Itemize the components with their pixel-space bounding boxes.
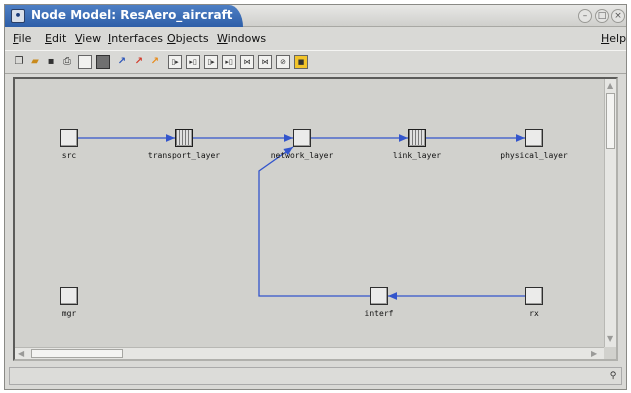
node-label-src: src bbox=[61, 151, 77, 160]
node-editor-canvas-frame: src transport_layer network_layer link_laye… bbox=[13, 77, 618, 361]
vertical-scrollbar[interactable]: ▲ ▼ bbox=[604, 79, 616, 347]
node-physical-layer[interactable] bbox=[525, 129, 543, 147]
node-label-mgr: mgr bbox=[61, 309, 77, 318]
node-editor-canvas[interactable]: src transport_layer network_layer link_laye… bbox=[15, 79, 604, 347]
packet-stream-links bbox=[78, 134, 525, 300]
menu-interfaces[interactable]: Interfaces bbox=[108, 32, 163, 45]
menu-objects[interactable]: Objects bbox=[167, 32, 209, 45]
print-icon[interactable]: ⎙ bbox=[60, 55, 74, 69]
node-rx[interactable] bbox=[525, 287, 543, 305]
menu-bar: File Edit View Interfaces Objects Window… bbox=[5, 28, 626, 50]
node-label-interf: interf bbox=[364, 309, 394, 318]
close-icon[interactable]: × bbox=[611, 9, 625, 23]
node-interf[interactable] bbox=[370, 287, 388, 305]
scroll-up-icon[interactable]: ▲ bbox=[607, 81, 613, 91]
scroll-right-icon[interactable]: ▶ bbox=[591, 349, 597, 359]
scroll-left-icon[interactable]: ◀ bbox=[18, 349, 24, 359]
transmitter-icon[interactable]: ▯▸ bbox=[168, 55, 182, 69]
link-interf-to-network-layer[interactable] bbox=[258, 146, 370, 297]
node-attributes-icon[interactable]: ⊘ bbox=[276, 55, 290, 69]
menu-file[interactable]: File bbox=[13, 32, 31, 45]
node-label-link-layer: link_layer bbox=[392, 151, 442, 160]
horizontal-scrollbar[interactable]: ◀ ▶ bbox=[15, 347, 604, 359]
window-title: Node Model: ResAero_aircraft bbox=[31, 8, 233, 22]
antenna-icon[interactable]: ⋈ bbox=[240, 55, 254, 69]
status-pin-icon[interactable]: ⚲ bbox=[607, 370, 619, 382]
scroll-down-icon[interactable]: ▼ bbox=[607, 334, 613, 344]
receiver-icon[interactable]: ▸▯ bbox=[186, 55, 200, 69]
packet-stream-icon[interactable]: ↗ bbox=[115, 55, 129, 69]
node-model-window: • Node Model: ResAero_aircraft – □ × Fil… bbox=[4, 4, 627, 390]
save-icon[interactable]: ▪ bbox=[44, 55, 58, 69]
node-label-physical-layer: physical_layer bbox=[500, 151, 568, 160]
new-file-icon[interactable]: ❐ bbox=[12, 55, 26, 69]
node-src[interactable] bbox=[60, 129, 78, 147]
node-network-layer[interactable] bbox=[293, 129, 311, 147]
node-label-rx: rx bbox=[529, 309, 539, 318]
node-label-network-layer: network_layer bbox=[270, 151, 334, 160]
node-transport-layer[interactable] bbox=[175, 129, 193, 147]
node-link-layer[interactable] bbox=[408, 129, 426, 147]
title-bar[interactable]: • Node Model: ResAero_aircraft – □ × bbox=[5, 5, 626, 27]
app-menu-icon[interactable]: • bbox=[11, 9, 25, 23]
node-label-transport-layer: transport_layer bbox=[147, 151, 221, 160]
statistic-wire-icon[interactable]: ↗ bbox=[132, 55, 146, 69]
menu-edit[interactable]: Edit bbox=[45, 32, 66, 45]
logical-association-icon[interactable]: ↗ bbox=[148, 55, 162, 69]
status-bar: ⚲ bbox=[9, 367, 622, 385]
open-folder-icon[interactable]: ▰ bbox=[28, 55, 42, 69]
menu-windows[interactable]: Windows bbox=[217, 32, 266, 45]
bus-transceiver-icon[interactable]: ⋈ bbox=[258, 55, 272, 69]
horizontal-scroll-thumb[interactable] bbox=[31, 349, 123, 358]
title-tab: • Node Model: ResAero_aircraft bbox=[5, 5, 243, 27]
menu-help[interactable]: Help bbox=[601, 32, 626, 45]
toolbar: ❐ ▰ ▪ ⎙ ↗ ↗ ↗ ▯▸ ▸▯ ▯▸ ▸▯ ⋈ ⋈ ⊘ ■ bbox=[5, 50, 626, 74]
radio-receiver-icon[interactable]: ▸▯ bbox=[222, 55, 236, 69]
node-mgr[interactable] bbox=[60, 287, 78, 305]
menu-view[interactable]: View bbox=[75, 32, 101, 45]
maximize-icon[interactable]: □ bbox=[595, 9, 609, 23]
compile-icon[interactable]: ■ bbox=[294, 55, 308, 69]
radio-transmitter-icon[interactable]: ▯▸ bbox=[204, 55, 218, 69]
create-module-icon[interactable] bbox=[96, 55, 110, 69]
minimize-icon[interactable]: – bbox=[578, 9, 592, 23]
create-node-icon[interactable] bbox=[78, 55, 92, 69]
vertical-scroll-thumb[interactable] bbox=[606, 93, 615, 149]
